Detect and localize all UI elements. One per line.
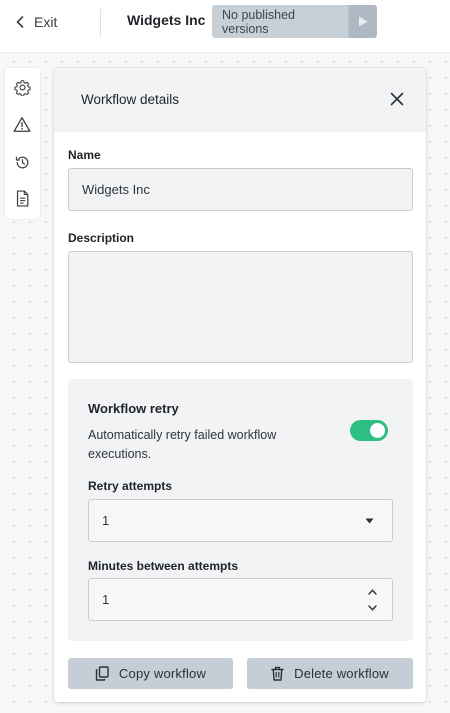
name-input[interactable]: Widgets Inc — [68, 168, 413, 211]
publish-control: No published versions — [212, 5, 377, 38]
description-label: Description — [68, 231, 135, 245]
close-icon — [390, 92, 404, 106]
workflow-retry-section: Workflow retry Automatically retry faile… — [68, 379, 413, 641]
stepper-controls[interactable] — [367, 589, 377, 611]
history-button[interactable] — [12, 152, 32, 172]
play-icon — [359, 16, 368, 27]
delete-workflow-button[interactable]: Delete workflow — [247, 658, 413, 689]
chevron-up-icon[interactable] — [367, 589, 377, 595]
exit-button[interactable]: Exit — [16, 10, 57, 34]
retry-attempts-select[interactable]: 1 — [88, 499, 393, 542]
copy-workflow-button[interactable]: Copy workflow — [68, 658, 233, 689]
chevron-down-icon[interactable] — [367, 605, 377, 611]
gear-icon — [13, 79, 31, 96]
notes-button[interactable] — [12, 188, 32, 208]
toggle-knob — [370, 423, 385, 438]
copy-workflow-label: Copy workflow — [118, 666, 207, 681]
delete-workflow-label: Delete workflow — [294, 666, 389, 681]
exit-label: Exit — [34, 14, 58, 30]
workflow-title: Widgets Inc — [127, 12, 206, 28]
document-icon — [16, 189, 28, 207]
chevron-left-icon — [16, 16, 24, 28]
close-button[interactable] — [388, 90, 406, 108]
panel-header: Workflow details — [54, 68, 426, 132]
top-bar: Exit Widgets Inc No published versions — [0, 0, 450, 53]
divider — [100, 9, 101, 36]
warnings-button[interactable] — [12, 114, 32, 134]
side-rail — [5, 68, 40, 219]
description-textarea[interactable] — [68, 251, 413, 363]
panel-title: Workflow details — [81, 92, 180, 107]
minutes-between-value: 1 — [102, 592, 110, 607]
trash-icon — [271, 666, 284, 681]
retry-toggle[interactable] — [350, 420, 388, 441]
copy-icon — [95, 666, 109, 681]
settings-button[interactable] — [12, 77, 32, 97]
minutes-between-stepper[interactable]: 1 — [88, 578, 393, 621]
history-icon — [15, 156, 28, 168]
caret-down-icon — [365, 518, 374, 524]
retry-title: Workflow retry — [88, 401, 179, 416]
workflow-details-panel: Workflow details Name Widgets Inc Descri… — [54, 68, 426, 702]
publish-status[interactable]: No published versions — [212, 5, 348, 38]
name-label: Name — [68, 148, 101, 162]
play-button[interactable] — [348, 5, 377, 38]
warning-icon — [13, 116, 31, 132]
retry-description: Automatically retry failed workflow exec… — [88, 428, 277, 461]
retry-attempts-label: Retry attempts — [88, 479, 173, 493]
minutes-between-label: Minutes between attempts — [88, 559, 239, 573]
retry-attempts-value: 1 — [102, 513, 110, 528]
